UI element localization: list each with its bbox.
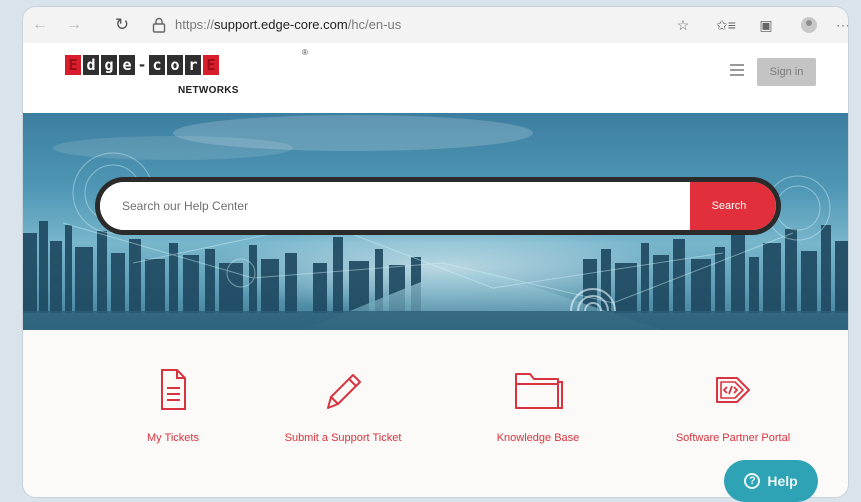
category-label: Software Partner Portal xyxy=(675,432,791,444)
more-options-icon[interactable]: ⋯ xyxy=(833,15,848,35)
site-header: E d g e - c o r E NETWORKS ® Sign in xyxy=(23,43,848,113)
logo-letter: e xyxy=(119,55,135,75)
favorite-star-icon[interactable]: ☆ xyxy=(673,15,693,35)
logo-letter: g xyxy=(101,55,117,75)
category-label: Submit a Support Ticket xyxy=(284,432,402,444)
category-section: My Tickets Submit a Support Ticket Knowl… xyxy=(23,330,848,497)
pencil-icon xyxy=(327,374,361,409)
category-label: My Tickets xyxy=(147,432,199,444)
search-inner: Search xyxy=(100,182,776,230)
address-bar[interactable]: https://support.edge-core.com/hc/en-us xyxy=(175,17,401,32)
category-label: Knowledge Base xyxy=(496,432,580,444)
search-input[interactable] xyxy=(100,182,698,230)
category-software-partner-portal[interactable]: Software Partner Portal xyxy=(643,366,823,444)
logo-subtitle: NETWORKS xyxy=(178,85,239,96)
edgecore-logo[interactable]: E d g e - c o r E NETWORKS ® xyxy=(65,48,308,96)
refresh-icon[interactable]: ↻ xyxy=(111,14,133,36)
search-bar: Search xyxy=(95,177,781,235)
hero-banner: Search xyxy=(23,113,848,330)
favorites-list-icon[interactable]: ✩≡ xyxy=(716,15,736,35)
forward-arrow-icon[interactable]: → xyxy=(63,14,85,36)
logo-wordmark: E d g e - c o r E xyxy=(65,55,219,75)
lock-icon[interactable] xyxy=(150,16,168,34)
url-path: /hc/en-us xyxy=(347,17,402,32)
hamburger-menu-icon[interactable] xyxy=(730,64,744,79)
logo-letter: - xyxy=(137,56,147,74)
help-label: Help xyxy=(767,473,798,489)
logo-letter: d xyxy=(83,55,99,75)
category-my-tickets[interactable]: My Tickets xyxy=(83,366,263,444)
registered-mark: ® xyxy=(302,48,308,57)
logo-letter: r xyxy=(185,55,201,75)
question-mark-icon: ? xyxy=(744,473,761,489)
search-button[interactable]: Search xyxy=(690,182,776,230)
logo-letter: c xyxy=(149,55,165,75)
url-prefix: https:// xyxy=(175,17,215,32)
back-arrow-icon[interactable]: ← xyxy=(29,14,51,36)
document-icon xyxy=(161,369,186,410)
url-domain: support.edge-core.com xyxy=(214,17,348,32)
help-widget-button[interactable]: ? Help xyxy=(724,460,818,502)
sign-in-button[interactable]: Sign in xyxy=(757,58,816,86)
logo-letter: E xyxy=(203,55,219,75)
logo-letter: o xyxy=(167,55,183,75)
logo-letter: E xyxy=(65,55,81,75)
folder-icon xyxy=(515,373,563,409)
browser-toolbar: ← → ↻ https://support.edge-core.com/hc/e… xyxy=(23,7,848,44)
profile-icon[interactable] xyxy=(799,15,819,35)
category-knowledge-base[interactable]: Knowledge Base xyxy=(448,366,628,444)
category-submit-ticket[interactable]: Submit a Support Ticket xyxy=(253,366,433,444)
collections-icon[interactable]: ▣ xyxy=(756,15,776,35)
code-icon xyxy=(716,377,750,403)
browser-window: ← → ↻ https://support.edge-core.com/hc/e… xyxy=(22,6,849,498)
